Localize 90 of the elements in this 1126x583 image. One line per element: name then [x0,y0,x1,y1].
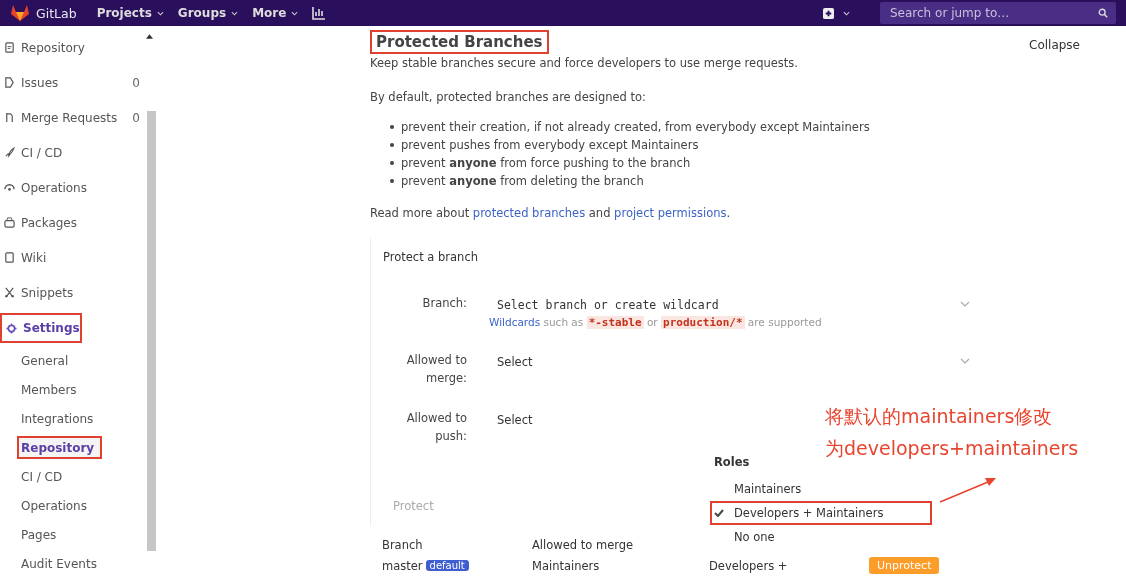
bullet-icon [390,179,394,183]
sidebar-label: Operations [21,180,87,195]
sidebar-item[interactable]: Merge Requests 0 [0,100,146,135]
nav-icon [4,42,15,53]
sidebar-subitem[interactable]: Audit Events [0,549,146,578]
sidebar-subitem[interactable]: Pages [0,520,146,549]
sidebar-item[interactable]: Packages [0,205,146,240]
sidebar-item[interactable]: Repository [0,30,146,65]
chevron-down-icon [960,358,970,364]
field-label: Allowed to push: [405,410,467,445]
column-header: Branch [382,538,424,552]
annotation-text: 将默认的maintainers修改 [825,404,1054,429]
search-field[interactable]: Search or jump to… [888,5,1098,21]
read-more-text: Read more about protected branches and project permissions. [370,206,732,220]
section-title: Protected Branches [370,30,549,54]
field-label: Branch: [421,295,467,312]
table-cell-text: Developers + [709,558,789,573]
nav-icon [4,77,15,88]
select-field[interactable]: Select [489,351,978,371]
sidebar-label: CI / CD [21,145,63,160]
sidebar-subitem[interactable]: Repository [17,436,103,459]
select-field[interactable]: Select [489,409,805,429]
sidebar-label: Issues [21,75,59,90]
chevron-down-icon [960,301,970,307]
sidebar-label: Settings [23,321,80,335]
nav-icon [6,322,17,334]
intro-text: Keep stable branches secure and force developers to use merge requests. [370,56,799,70]
sidebar-subitem[interactable]: General [0,346,146,375]
nav-icon [4,252,15,263]
nav-icon [4,182,15,193]
sidebar-label: Wiki [21,250,47,265]
bullet-item: prevent anyone from force pushing to the branch [401,155,691,172]
brand-name[interactable]: GitLab [36,5,77,21]
nav-menu[interactable]: Groups [177,6,239,20]
search-icon[interactable] [1098,8,1108,18]
plus-square-icon[interactable] [823,7,834,19]
item-count: 0 [132,75,140,90]
bullet-icon [390,161,394,165]
nav-icon [4,147,15,158]
sidebar-subitem[interactable]: CI / CD [0,462,146,491]
caret-icon [291,10,299,16]
dropdown-option[interactable]: No one [710,525,940,549]
search-bar[interactable]: Search or jump to… [880,2,1116,24]
caret-icon[interactable] [843,10,850,16]
collapse-button[interactable]: Collapse [1029,38,1080,52]
field-label: Allowed to merge: [405,352,467,387]
scroll-up-arrow-icon[interactable] [146,34,153,39]
select-field[interactable]: Select branch or create wildcard [489,294,978,314]
sidebar-subitem[interactable]: Members [0,375,146,404]
card-title: Protect a branch [383,250,479,264]
bullet-item: prevent anyone from deleting the branch [401,173,644,190]
bullet-item: prevent their creation, if not already created, from everybody except Maintainers [401,119,870,136]
item-count: 0 [132,110,140,125]
sidebar-subitem[interactable]: Operations [0,491,146,520]
sidebar-label: Snippets [21,285,74,300]
caret-icon [231,10,239,16]
sidebar-item[interactable]: Operations [0,170,146,205]
fox-logo-icon[interactable] [10,4,30,22]
sidebar-label: Repository [21,40,85,55]
bar-chart-icon[interactable] [312,6,327,20]
table-cell-text: Maintainers [532,558,601,573]
default-badge: default [425,560,469,571]
dropdown-option[interactable]: Maintainers [710,477,940,501]
wildcards-link[interactable]: Wildcards [489,316,541,328]
sidebar-label: Packages [21,215,77,230]
nav-icon [4,217,15,228]
column-header: Allowed to merge [532,538,635,552]
sidebar-label: Merge Requests [21,110,118,125]
scrollbar-thumb[interactable] [147,111,156,551]
help-text: Wildcards such as *-stable or production/* are supported [489,316,823,329]
nav-menu[interactable]: Projects [96,6,164,20]
sidebar-item[interactable]: CI / CD [0,135,146,170]
sidebar-subitem[interactable]: Integrations [0,404,146,433]
nav-icon [4,112,15,123]
dropdown-header: Roles [713,454,751,471]
sidebar-item[interactable]: Snippets [0,275,146,310]
sidebar-item[interactable]: Issues 0 [0,65,146,100]
sidebar-item[interactable]: Wiki [0,240,146,275]
docs-link[interactable]: protected branches [472,206,586,220]
dropdown-option[interactable]: Developers + Maintainers [710,501,932,525]
caret-icon [156,10,164,16]
annotation-text: 为developers+maintainers [825,436,1079,461]
sidebar-item[interactable]: Settings [0,313,82,343]
bullet-icon [390,125,394,129]
nav-icon [4,287,15,298]
branch-name: master [382,558,423,573]
nav-menu[interactable]: More [252,6,299,20]
intro-text: By default, protected branches are designed to: [370,90,647,104]
bullet-icon [390,143,394,147]
bullet-item: prevent pushes from everybody except Maintainers [401,137,699,154]
